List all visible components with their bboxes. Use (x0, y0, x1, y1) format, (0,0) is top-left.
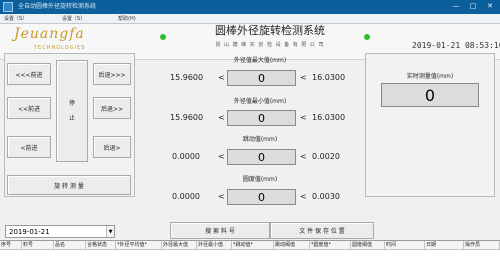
less-than-sign: < (218, 152, 225, 161)
measurement-label: 圆度值(mm) (242, 176, 278, 183)
chevron-down-icon[interactable]: ▼ (106, 226, 114, 237)
measurement-value: 0 (227, 189, 296, 205)
title-bar: 全自动圆棒外径旋转检测系统 — □ ✕ (0, 0, 500, 14)
column-header[interactable]: 合格状态 (86, 241, 116, 250)
column-header[interactable]: 操作员 (464, 241, 500, 250)
status-indicator-right (364, 34, 370, 40)
upper-limit: 16.0300 (312, 73, 346, 82)
minimize-button[interactable]: — (448, 1, 464, 12)
column-header[interactable]: 跳动阈值 (274, 241, 310, 250)
column-header[interactable]: *跳动值* (232, 241, 274, 250)
lower-limit: 15.9600 (170, 113, 204, 122)
maximize-button[interactable]: □ (465, 1, 481, 12)
column-header[interactable]: 圆度阈值 (351, 241, 385, 250)
upper-limit: 16.0300 (312, 113, 346, 122)
less-than-sign: < (218, 113, 225, 122)
measurement-label: 跳动值(mm) (242, 136, 278, 143)
date-value: 2019-01-21 (9, 227, 50, 236)
window-title: 全自动圆棒外径旋转检测系统 (18, 3, 97, 10)
back-fast-button[interactable]: 后退>>> (93, 63, 131, 85)
upper-limit: 0.0020 (312, 152, 340, 161)
measurement-value: 0 (227, 70, 296, 86)
realtime-label: 实时测量值(mm) (406, 73, 454, 80)
forward-fast-button[interactable]: <<<前进 (7, 63, 51, 85)
stop-label-1: 停 (68, 100, 75, 107)
company-logo: Jeuangfa (14, 26, 85, 42)
forward-mid-button[interactable]: <<前进 (7, 97, 51, 119)
column-header[interactable]: 时间 (385, 241, 425, 250)
forward-slow-button[interactable]: <前进 (7, 136, 51, 158)
company-name: 昆 山 捷 峰 实 创 检 设 备 有 限 公 司 (215, 42, 325, 48)
realtime-value: 0 (381, 83, 479, 107)
datetime-display: 2019-01-21 08:53:16 (412, 41, 500, 50)
data-table: 序号 料号 品名 合格状态 *外径平均值* 外径最大值 外径最小值 *跳动值* … (0, 240, 500, 264)
lower-limit: 15.9600 (170, 73, 204, 82)
menu-item-help[interactable]: 帮助(H) (118, 15, 136, 22)
column-header[interactable]: 品名 (54, 241, 86, 250)
menu-item-settings-2[interactable]: 设置（S） (62, 15, 85, 22)
lower-limit: 0.0000 (172, 192, 200, 201)
column-header[interactable]: 料号 (22, 241, 54, 250)
column-header[interactable]: *圆度值* (310, 241, 351, 250)
file-save-location-button[interactable]: 文 件 保 存 位 置 (270, 222, 374, 239)
stop-button[interactable]: 停 止 (56, 60, 88, 162)
less-than-sign: < (300, 192, 307, 201)
date-picker[interactable]: 2019-01-21 ▼ (5, 225, 115, 238)
app-icon (3, 2, 13, 12)
less-than-sign: < (218, 192, 225, 201)
measurement-label: 外径值最小值(mm) (233, 98, 287, 105)
upper-limit: 0.0030 (312, 192, 340, 201)
stop-label-2: 止 (68, 115, 75, 122)
measurement-value: 0 (227, 149, 296, 165)
back-mid-button[interactable]: 后退>> (93, 97, 131, 119)
column-header[interactable]: 外径最小值 (197, 241, 232, 250)
column-header[interactable]: 外径最大值 (162, 241, 197, 250)
less-than-sign: < (300, 113, 307, 122)
column-header[interactable]: *外径平均值* (116, 241, 162, 250)
less-than-sign: < (300, 73, 307, 82)
measurement-value: 0 (227, 110, 296, 126)
logo-subtitle: TECHNOLOGIES (34, 45, 86, 51)
column-header[interactable]: 序号 (0, 241, 22, 250)
back-slow-button[interactable]: 后退> (93, 136, 131, 158)
column-header[interactable]: 日期 (425, 241, 464, 250)
close-button[interactable]: ✕ (482, 1, 498, 12)
page-title: 圆棒外径旋转检测系统 (215, 24, 325, 37)
measurement-label: 外径值最大值(mm) (233, 57, 287, 64)
search-part-number-button[interactable]: 搜 索 料 号 (170, 222, 270, 239)
lower-limit: 0.0000 (172, 152, 200, 161)
status-indicator-left (160, 34, 166, 40)
rotate-measure-button[interactable]: 旋 转 测 量 (7, 175, 131, 195)
less-than-sign: < (218, 73, 225, 82)
menu-item-settings[interactable]: 设置（S） (4, 15, 27, 22)
less-than-sign: < (300, 152, 307, 161)
